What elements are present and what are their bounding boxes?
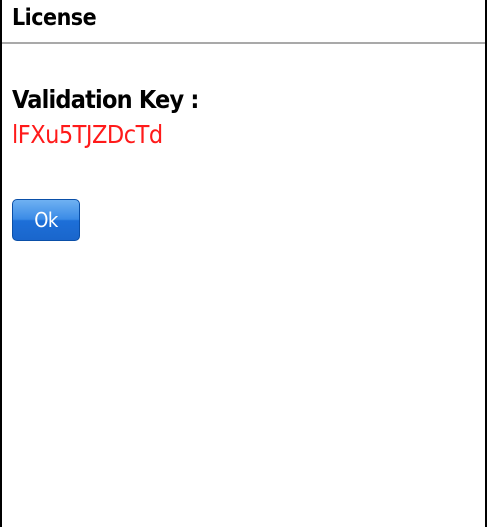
ok-button-label: Ok bbox=[34, 208, 58, 232]
page-title: License bbox=[12, 5, 97, 31]
title-bar: License bbox=[2, 0, 485, 44]
license-screen: License Validation Key : lFXu5TJZDcTd Ok bbox=[0, 0, 487, 527]
ok-button[interactable]: Ok bbox=[12, 199, 80, 241]
validation-key-value: lFXu5TJZDcTd bbox=[12, 120, 163, 149]
validation-key-label: Validation Key : bbox=[12, 85, 199, 114]
